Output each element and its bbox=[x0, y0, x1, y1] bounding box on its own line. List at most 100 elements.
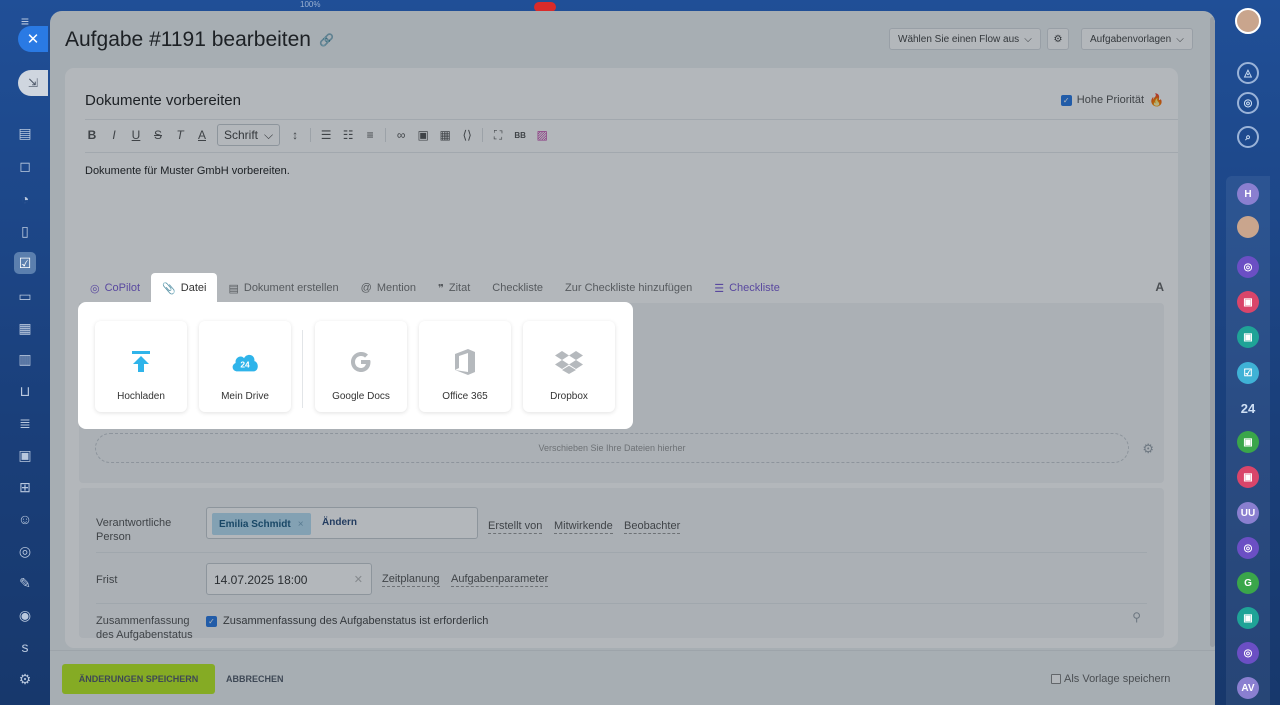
tab-checklist-ai[interactable]: ☰ Checkliste bbox=[703, 273, 791, 303]
search-icon[interactable]: ⌕ bbox=[1237, 126, 1259, 148]
strikethrough-icon[interactable]: S bbox=[151, 128, 165, 142]
dropbox-tile[interactable]: Dropbox bbox=[523, 321, 615, 412]
analytics-icon[interactable]: ▥ bbox=[14, 348, 36, 370]
lock-chat-icon[interactable]: ▣ bbox=[1237, 326, 1259, 348]
lock-chat-icon[interactable]: ▣ bbox=[1237, 607, 1259, 629]
tasks-icon[interactable]: ☑ bbox=[14, 252, 36, 274]
close-slider-button[interactable]: ✕ bbox=[18, 26, 48, 52]
chat-avatar[interactable]: UU bbox=[1237, 502, 1259, 524]
scrollbar[interactable] bbox=[1210, 17, 1215, 647]
remove-icon[interactable]: × bbox=[298, 519, 304, 530]
bullet-list-icon[interactable]: ☷ bbox=[341, 128, 355, 142]
tab-create-document[interactable]: ▤ Dokument erstellen bbox=[217, 273, 349, 303]
schedule-icon[interactable]: ⊞ bbox=[14, 476, 36, 498]
calendar-icon[interactable]: ▦ bbox=[14, 317, 36, 339]
link-icon[interactable]: 🔗 bbox=[319, 33, 334, 47]
robot-icon[interactable]: ☺ bbox=[14, 508, 36, 530]
tab-file[interactable]: 📎 Datei bbox=[151, 273, 218, 303]
table-icon[interactable]: ▦ bbox=[438, 128, 452, 142]
crm-icon[interactable]: ▭ bbox=[14, 285, 36, 307]
task-description-editor[interactable]: Dokumente für Muster GmbH vorbereiten. bbox=[85, 165, 290, 177]
clear-format-icon[interactable]: T bbox=[173, 128, 187, 142]
bbcode-icon[interactable]: BB bbox=[513, 131, 527, 140]
save-changes-button[interactable]: ÄNDERUNGEN SPEICHERN bbox=[62, 664, 215, 694]
goal-icon[interactable]: ◎ bbox=[14, 540, 36, 562]
chat-avatar[interactable]: AV bbox=[1237, 677, 1259, 699]
tab-copilot[interactable]: ◎ CoPilot bbox=[79, 273, 151, 303]
edit-icon[interactable]: ✎ bbox=[14, 572, 36, 594]
summary-checkbox[interactable]: ✓ bbox=[206, 615, 217, 627]
my-drive-tile[interactable]: 24 Mein Drive bbox=[199, 321, 291, 412]
chat-avatar[interactable]: H bbox=[1237, 183, 1259, 205]
copilot-chat-icon[interactable]: ◎ bbox=[1237, 537, 1259, 559]
google-docs-tile[interactable]: Google Docs bbox=[315, 321, 407, 412]
font-size-icon[interactable]: ↕ bbox=[288, 128, 302, 142]
cancel-button[interactable]: ABBRECHEN bbox=[226, 664, 284, 694]
feed-icon[interactable]: ▤ bbox=[14, 122, 36, 144]
task-title-input[interactable]: Dokumente vorbereiten bbox=[85, 92, 241, 109]
high-priority-toggle[interactable]: ✓ Hohe Priorität 🔥 bbox=[1060, 93, 1164, 107]
lock-chat-icon[interactable]: ▣ bbox=[1237, 431, 1259, 453]
inbox-icon[interactable]: ▣ bbox=[14, 444, 36, 466]
copilot-chat-icon[interactable]: ◎ bbox=[1237, 256, 1259, 278]
font-select[interactable]: Schrift ⌵ bbox=[217, 124, 281, 146]
observers-link[interactable]: Beobachter bbox=[624, 520, 681, 534]
user-chip[interactable]: Emilia Schmidt × bbox=[212, 513, 311, 535]
link-icon[interactable]: ∞ bbox=[394, 128, 408, 142]
align-icon[interactable]: ≡ bbox=[363, 128, 377, 142]
deadline-field[interactable]: 14.07.2025 18:00 ✕ bbox=[206, 563, 372, 595]
file-dropzone[interactable]: Verschieben Sie Ihre Dateien hierher bbox=[95, 433, 1129, 463]
contacts-icon[interactable]: ◔ bbox=[14, 188, 36, 210]
clear-icon[interactable]: ✕ bbox=[354, 573, 363, 586]
bold-icon[interactable]: B bbox=[85, 128, 99, 142]
save-as-template-toggle[interactable]: Als Vorlage speichern bbox=[1051, 673, 1170, 685]
documents-icon[interactable]: ▯ bbox=[14, 220, 36, 242]
ai-icon[interactable]: ◉ bbox=[14, 604, 36, 626]
bell-icon[interactable]: ◬ bbox=[1237, 62, 1259, 84]
tab-checklist[interactable]: Checkliste bbox=[481, 273, 554, 303]
upload-tile[interactable]: Hochladen bbox=[95, 321, 187, 412]
underline-icon[interactable]: U bbox=[129, 128, 143, 142]
participants-link[interactable]: Mitwirkende bbox=[554, 520, 613, 534]
chat-avatar[interactable]: G bbox=[1237, 572, 1259, 594]
gear-icon[interactable]: ⚙ bbox=[1142, 441, 1154, 457]
italic-icon[interactable]: I bbox=[107, 128, 121, 142]
image-icon[interactable]: ▣ bbox=[416, 128, 430, 142]
user-icon[interactable]: s bbox=[14, 636, 36, 658]
copilot-icon[interactable]: ◎ bbox=[1237, 92, 1259, 114]
filter-icon[interactable]: ≣ bbox=[14, 412, 36, 434]
ai-image-icon[interactable]: ▨ bbox=[535, 128, 549, 142]
summary-required-toggle[interactable]: ✓ Zusammenfassung des Aufgabenstatus ist… bbox=[206, 615, 488, 627]
scheduling-link[interactable]: Zeitplanung bbox=[382, 573, 440, 587]
code-icon[interactable]: ⟨⟩ bbox=[460, 128, 474, 142]
counter-24[interactable]: 24 bbox=[1237, 397, 1259, 419]
shop-icon[interactable]: ⊔ bbox=[14, 380, 36, 402]
settings-icon[interactable]: ⚙ bbox=[14, 668, 36, 690]
formatting-toggle[interactable]: A bbox=[1155, 280, 1164, 294]
minimize-slider-button[interactable]: ⇲ bbox=[18, 70, 48, 96]
user-avatar[interactable] bbox=[1235, 8, 1261, 34]
task-chat-icon[interactable]: ☑ bbox=[1237, 362, 1259, 384]
priority-checkbox[interactable]: ✓ bbox=[1060, 94, 1072, 106]
copilot-chat-icon[interactable]: ◎ bbox=[1237, 642, 1259, 664]
tab-mention[interactable]: @ Mention bbox=[350, 273, 427, 303]
fullscreen-icon[interactable]: ⛶ bbox=[491, 128, 505, 143]
created-by-link[interactable]: Erstellt von bbox=[488, 520, 543, 534]
responsible-field[interactable]: Emilia Schmidt × Ändern bbox=[206, 507, 478, 539]
save-as-template-checkbox[interactable] bbox=[1051, 674, 1061, 684]
change-button[interactable]: Ändern bbox=[322, 517, 357, 528]
templates-select[interactable]: Aufgabenvorlagen ⌵ bbox=[1081, 28, 1193, 50]
gear-icon[interactable]: ⚙ bbox=[1047, 28, 1069, 50]
pin-icon[interactable]: ⚲ bbox=[1132, 610, 1141, 624]
tab-quote[interactable]: ❞ Zitat bbox=[427, 273, 481, 303]
tab-add-to-checklist[interactable]: Zur Checkliste hinzufügen bbox=[554, 273, 703, 303]
flow-select[interactable]: Wählen Sie einen Flow aus ⌵ bbox=[889, 28, 1041, 50]
numbered-list-icon[interactable]: ☰ bbox=[319, 128, 333, 142]
lock-chat-icon[interactable]: ▣ bbox=[1237, 291, 1259, 313]
chat-avatar[interactable] bbox=[1237, 216, 1259, 238]
chat-icon[interactable]: ◻ bbox=[14, 155, 36, 177]
text-color-icon[interactable]: A bbox=[195, 128, 209, 142]
office-365-tile[interactable]: Office 365 bbox=[419, 321, 511, 412]
task-params-link[interactable]: Aufgabenparameter bbox=[451, 573, 549, 587]
lock-chat-icon[interactable]: ▣ bbox=[1237, 466, 1259, 488]
